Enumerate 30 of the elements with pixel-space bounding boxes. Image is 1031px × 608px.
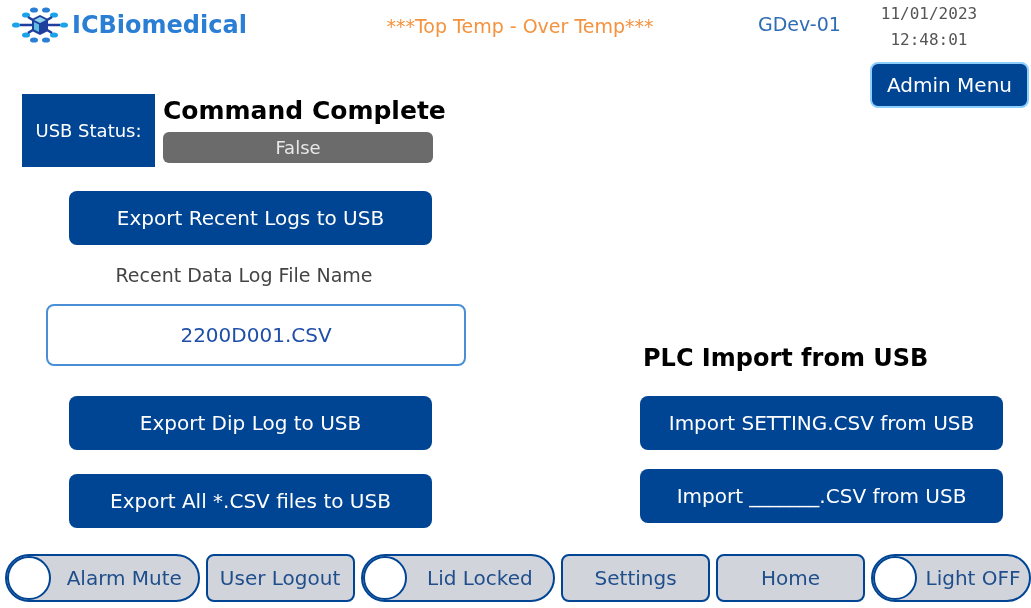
device-name: GDev-01 — [758, 12, 841, 37]
logo-icon — [10, 7, 70, 43]
usb-status-label: USB Status: — [22, 94, 155, 167]
toggle-switch[interactable]: Alarm Mute — [5, 554, 200, 602]
field-label: Recent Data Log File Name — [114, 263, 374, 288]
export-button[interactable]: Export Recent Logs to USB — [69, 191, 432, 245]
toggle-label: Light OFF — [924, 565, 1022, 592]
import-button[interactable]: Import SETTING.CSV from USB — [640, 396, 1003, 450]
nav-button[interactable]: User Logout — [205, 554, 355, 602]
date-text: 11/01/2023 — [880, 3, 978, 25]
toggle-switch[interactable]: Light OFF — [871, 554, 1031, 602]
status-message: Command Complete — [163, 95, 446, 127]
file-name-field[interactable]: 2200D001.CSV — [46, 303, 466, 366]
import-title: PLC Import from USB — [643, 343, 930, 374]
alarm-message: ***Top Temp - Over Temp*** — [385, 14, 655, 39]
import-button[interactable]: Import _______.CSV from USB — [640, 469, 1003, 523]
toggle-knob — [362, 556, 407, 600]
toggle-knob — [7, 556, 51, 600]
toggle-label: Lid Locked — [426, 565, 534, 592]
toggle-switch[interactable]: Lid Locked — [360, 554, 556, 602]
nav-button[interactable]: Home — [716, 554, 865, 602]
export-button[interactable]: Export All *.CSV files to USB — [69, 473, 432, 528]
toggle-label: Alarm Mute — [65, 565, 183, 592]
status-value: False — [163, 131, 433, 163]
brand-name: ICBiomedical — [72, 10, 247, 41]
nav-button[interactable]: Settings — [561, 554, 711, 602]
time-text: 12:48:01 — [890, 29, 968, 51]
export-button[interactable]: Export Dip Log to USB — [69, 395, 432, 450]
admin-menu-button[interactable]: Admin Menu — [870, 62, 1029, 108]
toggle-knob — [873, 556, 917, 600]
